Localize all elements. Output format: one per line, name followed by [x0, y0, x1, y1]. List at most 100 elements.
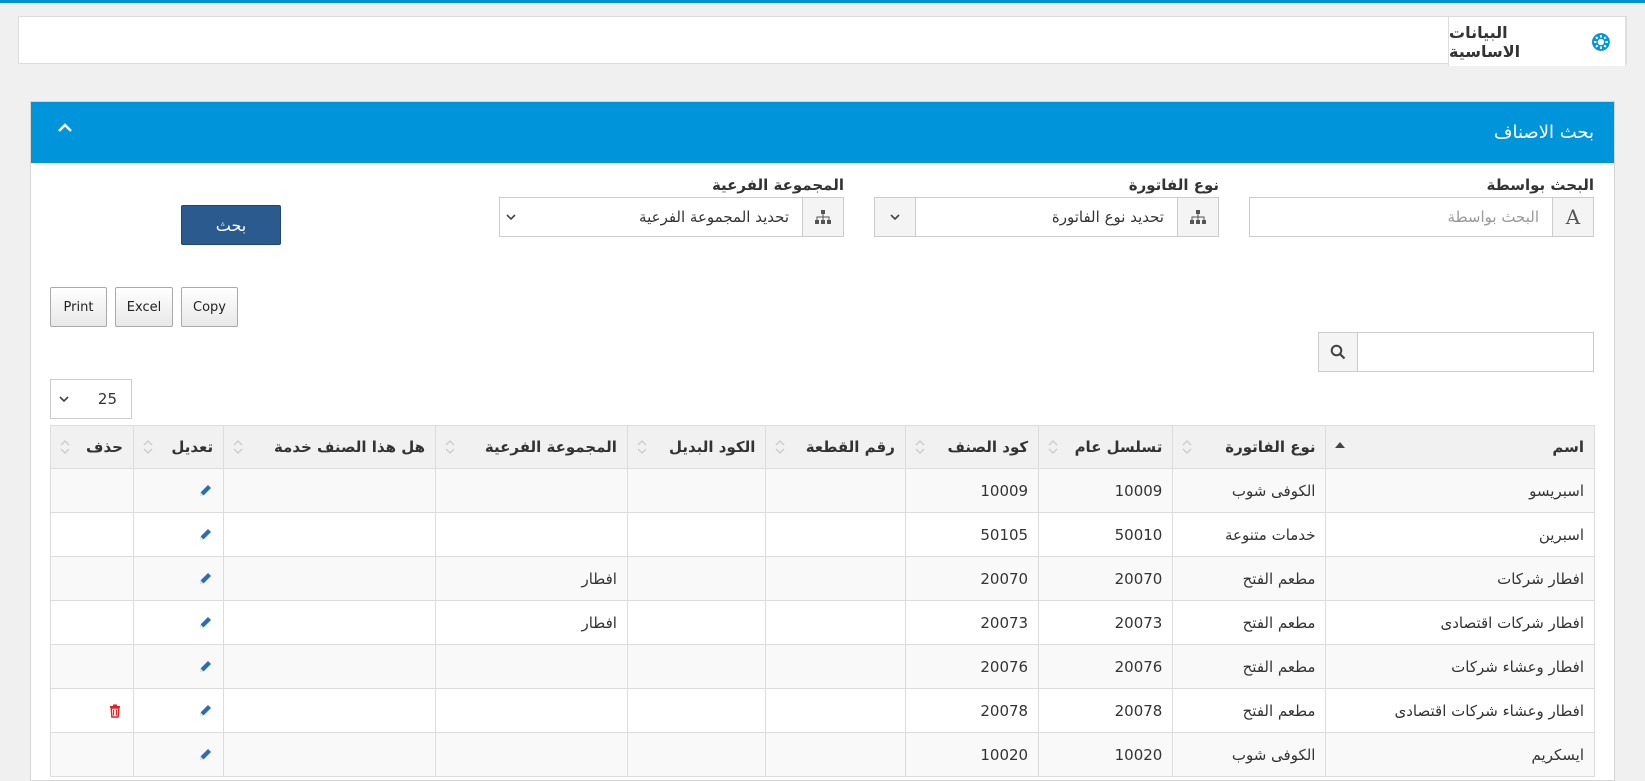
invoice-type-select[interactable]: تحديد نوع الفاتورة [874, 197, 1219, 237]
cell-alt [626, 732, 767, 777]
cell-code: 20070 [904, 556, 1040, 601]
page-size-select[interactable]: 25 [50, 379, 132, 419]
pencil-icon[interactable] [197, 527, 213, 543]
table-row: اسبريسو الكوفى شوب 10009 10009 [50, 468, 1595, 513]
cell-subgroup [435, 468, 628, 513]
cell-invoice-type: مطعم الفتح [1172, 556, 1327, 601]
col-subgroup-header[interactable]: المجموعة الفرعية [435, 425, 628, 469]
subgroup-select[interactable]: تحديد المجموعة الفرعية [499, 197, 844, 237]
cell-code: 50105 [904, 512, 1040, 557]
cell-part [765, 468, 906, 513]
search-by-field[interactable]: A البحث بواسطة [1249, 197, 1594, 237]
cell-name: ايسكريم [1325, 732, 1595, 777]
cell-subgroup [435, 688, 628, 733]
col-alt-code-header[interactable]: الكود البديل [626, 425, 767, 469]
column-header-label: نوع الفاتورة [1225, 438, 1316, 456]
cell-name: اسبرين [1325, 512, 1595, 557]
cell-subgroup [435, 644, 628, 689]
panel-header: بحث الاصناف [31, 102, 1614, 163]
sitemap-icon [1177, 198, 1218, 236]
tab-basic-data[interactable]: البيانات الاساسية [1448, 16, 1626, 66]
cell-invoice-type: مطعم الفتح [1172, 644, 1327, 689]
page-size-value: 25 [97, 390, 117, 408]
col-serial-header[interactable]: تسلسل عام [1038, 425, 1174, 469]
col-invoice-type-header[interactable]: نوع الفاتورة [1172, 425, 1327, 469]
cell-alt [626, 688, 767, 733]
cell-name: افطار شركات [1325, 556, 1595, 601]
col-delete-header[interactable]: حذف [50, 425, 134, 469]
pencil-icon[interactable] [197, 483, 213, 499]
cell-edit [132, 644, 225, 689]
excel-button[interactable]: Excel [115, 287, 173, 327]
cell-serial: 50010 [1038, 512, 1174, 557]
table-row: افطار وعشاء شركات اقتصادى مطعم الفتح 20078… [50, 688, 1595, 733]
cell-delete [50, 688, 134, 733]
cell-subgroup: افطار [435, 600, 628, 645]
items-table: اسم نوع الفاتورة تسلسل عام كود الصنف رقم الق… [50, 425, 1595, 777]
cell-part [765, 600, 906, 645]
pencil-icon[interactable] [197, 703, 213, 719]
cell-alt [626, 556, 767, 601]
cell-service [223, 468, 436, 513]
search-by-label: البحث بواسطة [1486, 176, 1594, 194]
pencil-icon[interactable] [197, 659, 213, 675]
table-header-row: اسم نوع الفاتورة تسلسل عام كود الصنف رقم الق… [50, 425, 1595, 469]
trash-icon[interactable] [107, 703, 123, 719]
cell-delete [50, 600, 134, 645]
cell-invoice-type: مطعم الفتح [1172, 600, 1327, 645]
chevron-down-icon[interactable] [504, 210, 518, 224]
chevron-up-icon[interactable] [53, 116, 77, 140]
col-item-code-header[interactable]: كود الصنف [904, 425, 1040, 469]
sort-icon [775, 440, 785, 454]
cell-invoice-type: مطعم الفتح [1172, 688, 1327, 733]
cell-edit [132, 468, 225, 513]
col-part-number-header[interactable]: رقم القطعة [765, 425, 906, 469]
sort-icon [1182, 440, 1192, 454]
print-button[interactable]: Print [50, 287, 107, 327]
cell-edit [132, 732, 225, 777]
search-icon [1319, 333, 1358, 371]
column-header-label: اسم [1552, 438, 1584, 456]
cell-part [765, 512, 906, 557]
cell-edit [132, 556, 225, 601]
column-header-label: تسلسل عام [1074, 438, 1163, 456]
col-is-service-header[interactable]: هل هذا الصنف خدمة [223, 425, 436, 469]
sort-icon [143, 440, 153, 454]
cell-code: 20078 [904, 688, 1040, 733]
pencil-icon[interactable] [197, 615, 213, 631]
cell-serial: 20070 [1038, 556, 1174, 601]
invoice-type-value: تحديد نوع الفاتورة [1051, 208, 1164, 226]
column-header-label: كود الصنف [947, 438, 1029, 456]
cell-delete [50, 556, 134, 601]
cell-delete [50, 512, 134, 557]
chevron-down-icon [890, 214, 900, 221]
chevron-down-icon [59, 396, 69, 403]
column-header-label: رقم القطعة [805, 438, 895, 456]
cell-alt [626, 644, 767, 689]
col-name-header[interactable]: اسم [1325, 425, 1595, 469]
sitemap-icon [802, 198, 843, 236]
col-edit-header[interactable]: تعديل [132, 425, 225, 469]
cell-part [765, 732, 906, 777]
cell-edit [132, 600, 225, 645]
gear-icon [1592, 32, 1611, 51]
pencil-icon[interactable] [197, 571, 213, 587]
cell-alt [626, 468, 767, 513]
cell-subgroup [435, 512, 628, 557]
cell-service [223, 600, 436, 645]
table-row: اسبرين خدمات متنوعة 50010 50105 [50, 512, 1595, 557]
copy-button[interactable]: Copy [181, 287, 238, 327]
subgroup-value: تحديد المجموعة الفرعية [639, 208, 789, 226]
search-by-input[interactable]: البحث بواسطة [1448, 198, 1539, 236]
invoice-type-dropdown-toggle[interactable] [875, 198, 916, 236]
cell-part [765, 556, 906, 601]
sort-asc-icon [1335, 442, 1346, 448]
cell-alt [626, 600, 767, 645]
pencil-icon[interactable] [197, 747, 213, 763]
search-button[interactable]: بحث [181, 205, 281, 245]
table-row: افطار شركات اقتصادى مطعم الفتح 20073 20073 ا… [50, 600, 1595, 645]
column-header-label: الكود البديل [668, 438, 756, 456]
cell-invoice-type: خدمات متنوعة [1172, 512, 1327, 557]
table-row: افطار شركات مطعم الفتح 20070 20070 افطار [50, 556, 1595, 601]
cell-edit [132, 688, 225, 733]
